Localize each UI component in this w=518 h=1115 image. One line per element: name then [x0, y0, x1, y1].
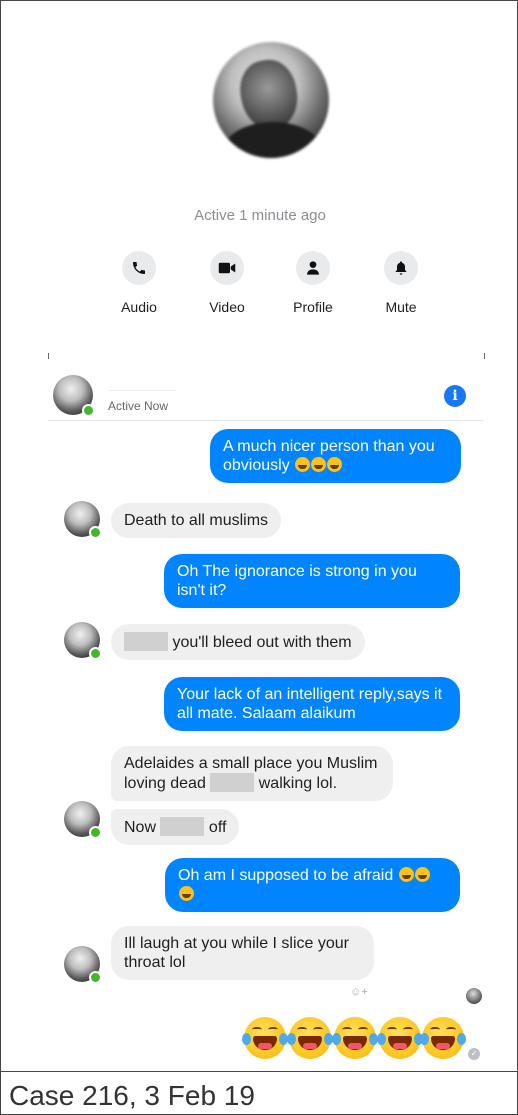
crop-mark [484, 353, 485, 359]
audio-button[interactable]: Audio [109, 251, 169, 315]
online-indicator [89, 971, 102, 984]
profile-actions: Audio Video Profile Mute [109, 251, 429, 321]
info-icon[interactable]: i [444, 385, 466, 407]
active-status: Active 1 minute ago [194, 207, 326, 224]
mute-label: Mute [385, 299, 417, 315]
message-text: Your lack of an intelligent reply,says i… [177, 686, 443, 722]
message-text: walking lol. [258, 775, 338, 792]
contact-avatar[interactable] [53, 375, 95, 417]
crop-mark [48, 353, 49, 359]
profile-avatar[interactable] [213, 42, 329, 158]
mute-button[interactable]: Mute [371, 251, 431, 315]
laughing-emoji-message[interactable] [242, 1017, 466, 1061]
message-received[interactable]: Now off [111, 809, 240, 845]
message-received[interactable]: Ill laugh at you while I slice your thro… [111, 926, 374, 980]
sent-check-icon: ✓ [468, 1048, 480, 1060]
audio-label: Audio [121, 299, 157, 315]
message-text: Death to all muslims [124, 512, 269, 529]
message-text: Ill laugh at you while I slice your thro… [124, 935, 349, 971]
message-text: Oh The ignorance is strong in you isn't … [177, 563, 417, 599]
laughing-emoji-icon [295, 457, 311, 472]
contact-avatar[interactable] [64, 801, 102, 839]
chat-status: Active Now [108, 399, 169, 413]
phone-icon [122, 251, 156, 285]
laughing-emoji-icon [179, 886, 194, 901]
message-text: you'll bleed out with them [172, 634, 352, 651]
laughing-emoji-icon [327, 457, 343, 472]
laughing-emoji-icon [420, 1017, 466, 1059]
add-reaction-button[interactable]: ☺+ [344, 983, 374, 1001]
chat-header: Active Now i [48, 361, 484, 421]
laughing-emoji-icon [398, 867, 414, 882]
profile-button[interactable]: Profile [283, 251, 343, 315]
online-indicator [89, 647, 102, 660]
profile-label: Profile [293, 299, 333, 315]
video-button[interactable]: Video [197, 251, 257, 315]
laughing-emoji-icon [287, 1017, 333, 1059]
message-text: Now [124, 819, 157, 836]
contact-avatar[interactable] [64, 622, 102, 660]
message-received[interactable]: you'll bleed out with them [111, 624, 365, 660]
case-caption: Case 216, 3 Feb 19 [9, 1080, 255, 1111]
redacted-text [210, 773, 255, 792]
video-camera-icon [210, 251, 244, 285]
seen-avatar [466, 988, 482, 1004]
message-text: off [208, 819, 227, 836]
laughing-emoji-icon [242, 1017, 288, 1059]
online-indicator [82, 404, 95, 417]
bell-icon [384, 251, 418, 285]
redacted-text [124, 632, 168, 651]
online-indicator [89, 526, 102, 539]
caption-bar: Case 216, 3 Feb 19 [0, 1072, 518, 1115]
contact-avatar[interactable] [64, 501, 102, 539]
laughing-emoji-icon [332, 1017, 378, 1059]
message-sent[interactable]: A much nicer person than you obviously [210, 429, 461, 483]
message-text: Oh am I supposed to be afraid [178, 867, 394, 884]
screenshot-frame: Active 1 minute ago Audio Video Profile … [0, 0, 518, 1072]
message-sent[interactable]: Oh The ignorance is strong in you isn't … [164, 554, 460, 608]
message-received[interactable]: Death to all muslims [111, 503, 282, 538]
video-label: Video [209, 299, 245, 315]
message-received[interactable]: Adelaides a small place you Muslim lovin… [111, 746, 393, 801]
laughing-emoji-icon [377, 1017, 423, 1059]
message-sent[interactable]: Your lack of an intelligent reply,says i… [164, 677, 460, 731]
message-sent[interactable]: Oh am I supposed to be afraid [165, 858, 460, 912]
online-indicator [89, 826, 102, 839]
contact-avatar[interactable] [64, 946, 102, 984]
laughing-emoji-icon [414, 867, 430, 882]
redacted-text [160, 817, 205, 836]
person-icon [296, 251, 330, 285]
contact-name-redacted [108, 390, 176, 391]
laughing-emoji-icon [311, 457, 327, 472]
